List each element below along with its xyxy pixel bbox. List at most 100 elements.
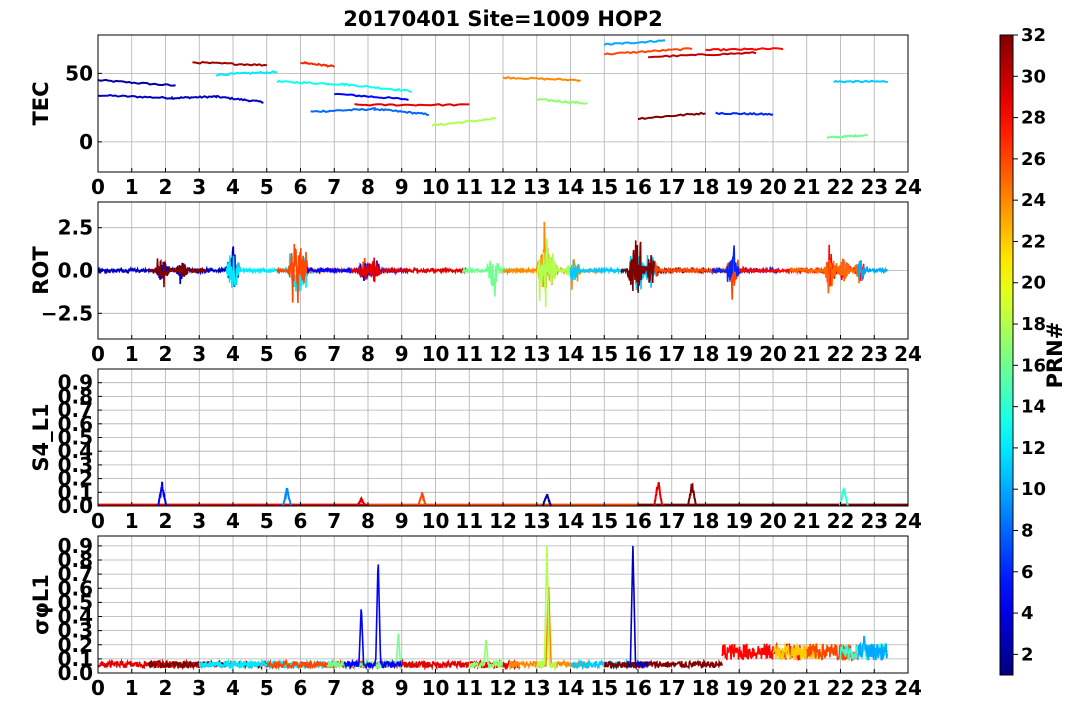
x-axis: 0 1 2 3 4 5 6 7 8 9 10 11 12 13 14 15 16 17 18 19 20 21 22 23 24 bbox=[91, 335, 922, 366]
panel-1: 0 1 2 3 4 5 6 7 8 9 10 11 12 13 14 15 16 17 18 19 20 21 22 23 24… bbox=[29, 34, 922, 199]
s4-peak-7 bbox=[838, 487, 849, 506]
x-tick-label: 1 bbox=[125, 342, 139, 366]
colorbar-tick-label: 12 bbox=[1021, 438, 1046, 459]
x-tick-label: 3 bbox=[192, 342, 206, 366]
x-tick-label: 0 bbox=[91, 342, 105, 366]
colorbar-tick-label: 4 bbox=[1021, 603, 1034, 624]
x-tick-label: 4 bbox=[226, 509, 240, 533]
x-tick-label: 0 bbox=[91, 676, 105, 700]
x-tick-label: 6 bbox=[294, 509, 308, 533]
colorbar-tick-label: 26 bbox=[1021, 149, 1046, 170]
x-tick-label: 23 bbox=[860, 676, 888, 700]
series-prn-18 bbox=[431, 116, 497, 127]
x-tick-label: 7 bbox=[327, 342, 341, 366]
s4-peak-5 bbox=[653, 481, 664, 506]
x-tick-label: 11 bbox=[455, 175, 483, 199]
series-prn-17 bbox=[536, 98, 588, 105]
series-prn-3 bbox=[98, 93, 264, 104]
x-tick-label: 3 bbox=[192, 509, 206, 533]
series-prn-16 bbox=[826, 133, 868, 139]
x-tick-label: 4 bbox=[226, 175, 240, 199]
x-tick-label: 3 bbox=[192, 175, 206, 199]
colorbar-tick-label: 8 bbox=[1021, 520, 1034, 541]
s4-peak-6 bbox=[687, 482, 697, 506]
y-axis-label: TEC bbox=[29, 81, 53, 125]
colorbar-tick-label: 14 bbox=[1021, 397, 1046, 418]
x-tick-label: 21 bbox=[793, 509, 821, 533]
x-tick-label: 0 bbox=[91, 509, 105, 533]
x-tick-label: 5 bbox=[260, 342, 274, 366]
colorbar-tick-label: 20 bbox=[1021, 273, 1046, 294]
series-prn-8 bbox=[310, 107, 429, 117]
y-axis-label: S4_L1 bbox=[29, 403, 53, 471]
x-tick-label: 12 bbox=[489, 509, 517, 533]
x-tick-label: 19 bbox=[725, 342, 753, 366]
plot-area bbox=[98, 39, 888, 139]
x-axis: 0 1 2 3 4 5 6 7 8 9 10 11 12 13 14 15 16 17 18 19 20 21 22 23 24 bbox=[91, 168, 922, 199]
x-tick-label: 7 bbox=[327, 175, 341, 199]
x-tick-label: 8 bbox=[361, 676, 375, 700]
x-tick-label: 18 bbox=[692, 342, 720, 366]
x-axis: 0 1 2 3 4 5 6 7 8 9 10 11 12 13 14 15 16 17 18 19 20 21 22 23 24 bbox=[91, 502, 922, 533]
x-tick-label: 17 bbox=[658, 175, 686, 199]
y-axis: 0.00.10.20.30.40.50.60.70.80.9 bbox=[58, 371, 102, 518]
rot-trace-15 bbox=[857, 260, 888, 282]
x-tick-label: 6 bbox=[294, 175, 308, 199]
x-tick-label: 11 bbox=[455, 509, 483, 533]
x-tick-label: 24 bbox=[894, 342, 922, 366]
x-tick-label: 13 bbox=[523, 509, 551, 533]
series-prn-2 bbox=[98, 78, 176, 87]
x-tick-label: 9 bbox=[395, 676, 409, 700]
x-tick-label: 14 bbox=[557, 175, 585, 199]
y-tick-label: −2.5 bbox=[41, 301, 93, 325]
colorbar-tick-label: 10 bbox=[1021, 479, 1046, 500]
x-tick-label: 24 bbox=[894, 175, 922, 199]
x-tick-label: 8 bbox=[361, 175, 375, 199]
s4-peak-0 bbox=[157, 481, 168, 506]
x-tick-label: 12 bbox=[489, 342, 517, 366]
series-prn-13 bbox=[276, 79, 413, 93]
x-tick-label: 16 bbox=[624, 175, 652, 199]
x-tick-label: 16 bbox=[624, 676, 652, 700]
x-tick-label: 21 bbox=[793, 676, 821, 700]
plot-area bbox=[98, 545, 889, 671]
x-tick-label: 11 bbox=[455, 676, 483, 700]
x-tick-label: 24 bbox=[894, 509, 922, 533]
x-tick-label: 3 bbox=[192, 676, 206, 700]
series-prn-28 bbox=[705, 47, 784, 52]
series-prn-6 bbox=[715, 111, 774, 116]
series-prn-10 bbox=[603, 39, 665, 46]
x-tick-label: 13 bbox=[523, 175, 551, 199]
rot-trace-12 bbox=[711, 245, 781, 282]
x-tick-label: 2 bbox=[159, 342, 173, 366]
series-prn-29 bbox=[354, 103, 470, 107]
x-tick-label: 9 bbox=[395, 342, 409, 366]
colorbar-label: PRN# bbox=[1043, 322, 1067, 389]
x-tick-label: 21 bbox=[793, 342, 821, 366]
series-prn-27 bbox=[300, 61, 335, 68]
y-axis-label: σφL1 bbox=[29, 574, 53, 635]
grid bbox=[97, 35, 909, 172]
x-tick-label: 23 bbox=[860, 509, 888, 533]
x-tick-label: 15 bbox=[590, 175, 618, 199]
x-tick-label: 17 bbox=[658, 676, 686, 700]
y-tick-label: 0.0 bbox=[58, 259, 93, 283]
x-tick-label: 10 bbox=[422, 175, 450, 199]
x-tick-label: 24 bbox=[894, 676, 922, 700]
x-tick-label: 19 bbox=[725, 175, 753, 199]
x-tick-label: 13 bbox=[523, 676, 551, 700]
series-prn-26 bbox=[603, 47, 693, 56]
series-prn-31 bbox=[192, 60, 267, 67]
x-tick-label: 0 bbox=[91, 175, 105, 199]
x-tick-label: 20 bbox=[759, 676, 787, 700]
sigma-trace-5 bbox=[343, 564, 403, 671]
s4-peak-1 bbox=[281, 487, 292, 506]
x-tick-label: 18 bbox=[692, 509, 720, 533]
x-tick-label: 7 bbox=[327, 509, 341, 533]
x-tick-label: 12 bbox=[489, 676, 517, 700]
x-tick-label: 19 bbox=[725, 509, 753, 533]
x-tick-label: 14 bbox=[557, 676, 585, 700]
figure: 20170401 Site=1009 HOP2 0 1 2 3 4 5 6 7 8 9 10 11 12… bbox=[29, 7, 1067, 700]
x-tick-label: 2 bbox=[159, 676, 173, 700]
sigma-trace-11 bbox=[603, 658, 723, 671]
